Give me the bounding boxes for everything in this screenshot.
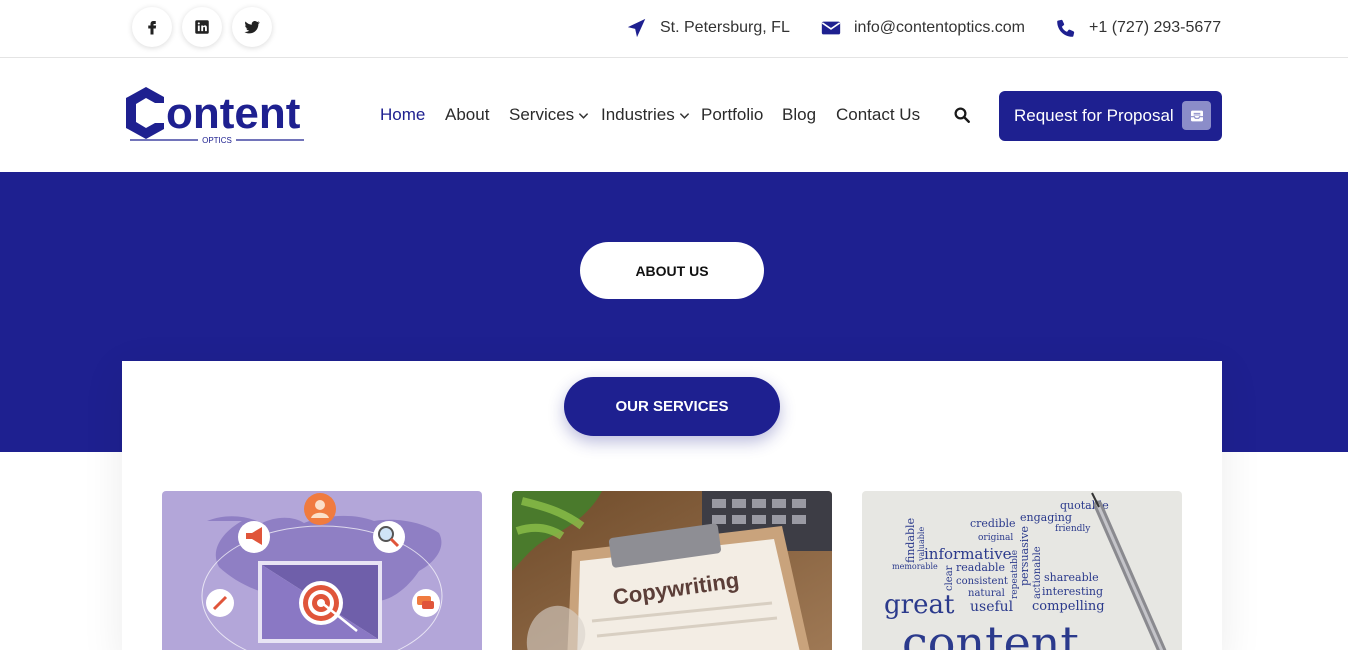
request-proposal-label: Request for Proposal [1014,106,1174,125]
top-bar: St. Petersburg, FL info@contentoptics.co… [0,0,1348,58]
service-card-content[interactable]: quotable credible engaging findable orig… [862,491,1182,650]
phone-link[interactable]: +1 (727) 293-5677 [1089,19,1221,37]
nav-industries[interactable]: Industries [601,105,690,125]
email-link[interactable]: info@contentoptics.com [854,19,1025,37]
svg-text:actionable: actionable [1032,546,1043,599]
svg-text:memorable: memorable [892,562,938,571]
location-info: St. Petersburg, FL [626,16,790,40]
content-word-cloud: quotable credible engaging findable orig… [862,491,1182,650]
svg-text:repeatable: repeatable [1010,550,1020,599]
copywriting-photo: Copywriting [512,491,832,650]
svg-text:natural: natural [968,588,1005,599]
nav-home[interactable]: Home [380,105,425,125]
our-services-badge[interactable]: OUR SERVICES [564,377,780,436]
phone-info[interactable]: +1 (727) 293-5677 [1055,16,1221,40]
svg-text:consistent: consistent [956,576,1008,587]
svg-text:clear: clear [944,565,955,591]
main-header: ontent OPTICS Home About Services Indust… [0,59,1348,172]
nav-about[interactable]: About [445,105,489,125]
location-text: St. Petersburg, FL [660,19,790,36]
nav-blog[interactable]: Blog [782,105,816,125]
svg-text:readable: readable [956,561,1005,574]
about-us-badge[interactable]: ABOUT US [580,242,764,299]
svg-text:friendly: friendly [1055,524,1091,534]
svg-text:engaging: engaging [1020,511,1072,524]
svg-text:interesting: interesting [1042,585,1103,598]
digital-marketing-illustration [162,491,482,650]
twitter-icon[interactable] [232,7,272,47]
brand-logo[interactable]: ontent OPTICS [124,85,314,147]
svg-text:ontent: ontent [166,89,301,138]
svg-text:useful: useful [970,599,1014,615]
facebook-icon[interactable] [132,7,172,47]
phone-icon [1057,19,1075,37]
search-icon[interactable] [953,106,971,124]
email-info[interactable]: info@contentoptics.com [820,16,1025,40]
service-card-digital-marketing[interactable] [162,491,482,650]
request-proposal-button[interactable]: Request for Proposal [999,91,1222,141]
svg-text:OPTICS: OPTICS [202,136,232,145]
svg-text:shareable: shareable [1044,571,1099,584]
location-arrow-icon [627,18,646,38]
nav-contact-us[interactable]: Contact Us [836,105,920,125]
envelope-icon [821,21,841,35]
chevron-down-icon [579,112,589,119]
service-card-copywriting[interactable]: Copywriting [512,491,832,650]
svg-text:compelling: compelling [1032,599,1105,614]
nav-services[interactable]: Services [509,105,589,125]
svg-text:original: original [978,533,1013,543]
svg-text:credible: credible [970,517,1016,530]
chevron-down-icon [679,112,689,119]
svg-text:findable: findable [904,518,917,563]
svg-text:content: content [902,616,1079,650]
linkedin-icon[interactable] [182,7,222,47]
nav-portfolio[interactable]: Portfolio [701,105,763,125]
services-panel: OUR SERVICES Copywriting quotable credib… [122,361,1222,650]
envelope-icon [1182,101,1211,130]
